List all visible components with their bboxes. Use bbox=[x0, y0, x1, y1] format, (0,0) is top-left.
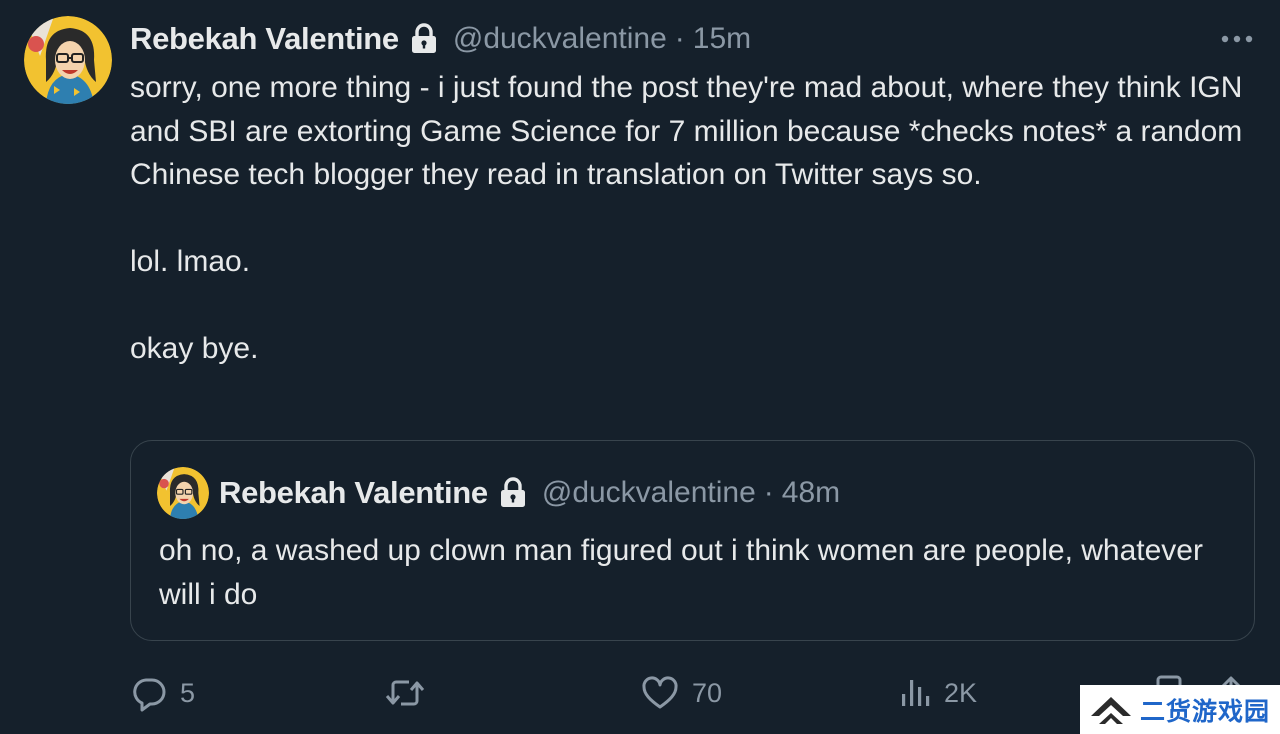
tweet-text: sorry, one more thing - i just found the… bbox=[130, 66, 1265, 371]
quoted-text: oh no, a washed up clown man figured out… bbox=[159, 534, 1203, 611]
quoted-timestamp[interactable]: 48m bbox=[782, 476, 840, 510]
watermark-text: 二货游戏园 bbox=[1140, 696, 1271, 726]
views-count: 2K bbox=[944, 677, 978, 708]
more-horizontal-icon[interactable] bbox=[1218, 24, 1256, 54]
avatar-illustration bbox=[157, 467, 209, 519]
like-button[interactable]: 70 bbox=[640, 668, 722, 718]
tweet-paragraph: lol. lmao. bbox=[130, 245, 251, 278]
reply-button[interactable]: 5 bbox=[130, 668, 195, 718]
watermark: 二货游戏园 bbox=[1080, 685, 1280, 734]
quoted-tweet[interactable]: Rebekah Valentine @duckvalentine · 48m o… bbox=[130, 440, 1255, 641]
watermark-logo bbox=[1091, 696, 1131, 724]
quoted-author-handle[interactable]: @duckvalentine bbox=[542, 476, 756, 510]
heart-icon bbox=[642, 676, 678, 709]
like-count: 70 bbox=[692, 677, 723, 708]
lock-icon bbox=[498, 477, 528, 509]
author-name[interactable]: Rebekah Valentine bbox=[130, 21, 399, 57]
avatar[interactable] bbox=[24, 16, 112, 104]
separator-dot: · bbox=[763, 476, 774, 509]
timestamp[interactable]: 15m bbox=[693, 22, 751, 56]
author-handle[interactable]: @duckvalentine bbox=[453, 22, 667, 56]
views-icon bbox=[902, 680, 930, 706]
reply-count: 5 bbox=[180, 677, 196, 708]
quoted-avatar[interactable] bbox=[157, 467, 209, 519]
quoted-author-name[interactable]: Rebekah Valentine bbox=[219, 475, 488, 511]
tweet[interactable]: Rebekah Valentine @duckvalentine · 15m s… bbox=[0, 0, 1280, 734]
tweet-paragraph: okay bye. bbox=[130, 332, 259, 365]
separator-dot: · bbox=[674, 22, 685, 55]
avatar-illustration bbox=[24, 16, 112, 104]
tweet-paragraph: sorry, one more thing - i just found the… bbox=[130, 71, 1243, 191]
reply-icon bbox=[133, 678, 166, 712]
lock-icon bbox=[409, 23, 439, 55]
tweet-header: Rebekah Valentine @duckvalentine · 15m bbox=[130, 18, 751, 60]
retweet-button[interactable] bbox=[384, 668, 438, 718]
retweet-icon bbox=[385, 680, 425, 706]
views-button[interactable]: 2K bbox=[898, 668, 977, 718]
quoted-header: Rebekah Valentine @duckvalentine · 48m bbox=[219, 472, 840, 514]
